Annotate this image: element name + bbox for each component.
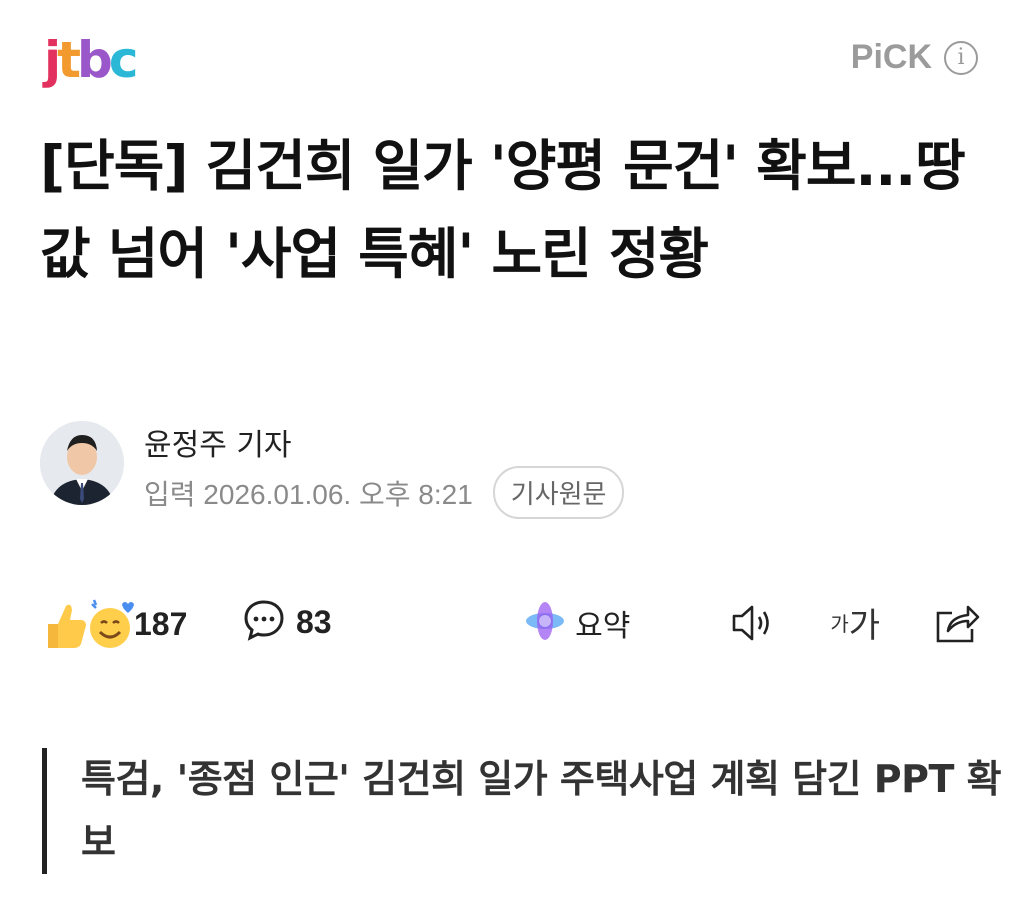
reaction-button[interactable]: 187 bbox=[44, 596, 187, 652]
logo-letter: t bbox=[57, 31, 81, 89]
article-subheadline: 특검, '종점 인근' 김건희 일가 주택사업 계획 담긴 PPT 확보 bbox=[42, 748, 1021, 874]
article-headline: [단독] 김건희 일가 '양평 문건' 확보...땅값 넘어 '사업 특혜' 노… bbox=[40, 134, 966, 286]
article-meta: 입력 2026.01.06. 오후 8:21 기사원문 bbox=[144, 466, 625, 519]
reporter-avatar[interactable] bbox=[40, 421, 124, 505]
info-icon[interactable]: i bbox=[944, 40, 978, 75]
comment-button[interactable]: 83 bbox=[242, 598, 332, 646]
font-size-large-glyph: 가 bbox=[848, 606, 880, 646]
pick-badge[interactable]: PiCK i bbox=[851, 38, 978, 77]
article-toolbar: 요약 가가 bbox=[523, 598, 980, 647]
summary-button[interactable]: 요약 bbox=[523, 599, 630, 647]
speaker-icon[interactable] bbox=[730, 601, 778, 645]
logo-letter: c bbox=[108, 31, 139, 89]
like-emoji-icon bbox=[44, 596, 134, 652]
logo-letter: j bbox=[44, 31, 61, 89]
summary-label: 요약 bbox=[575, 608, 631, 644]
published-time: 입력 2026.01.06. 오후 8:21 bbox=[144, 478, 473, 510]
comment-icon bbox=[242, 598, 286, 646]
reaction-count: 187 bbox=[134, 605, 188, 642]
share-icon[interactable] bbox=[932, 601, 980, 645]
logo-letter: b bbox=[77, 31, 113, 89]
pick-label: PiCK bbox=[850, 38, 932, 76]
font-size-button[interactable]: 가가 bbox=[830, 598, 880, 647]
font-size-small-glyph: 가 bbox=[830, 612, 849, 636]
jtbc-logo[interactable]: jtbc bbox=[44, 30, 139, 90]
comment-count: 83 bbox=[296, 603, 332, 640]
original-article-button[interactable]: 기사원문 bbox=[492, 466, 625, 519]
reporter-name[interactable]: 윤정주 기자 bbox=[144, 420, 292, 464]
ai-summary-icon bbox=[523, 599, 567, 647]
